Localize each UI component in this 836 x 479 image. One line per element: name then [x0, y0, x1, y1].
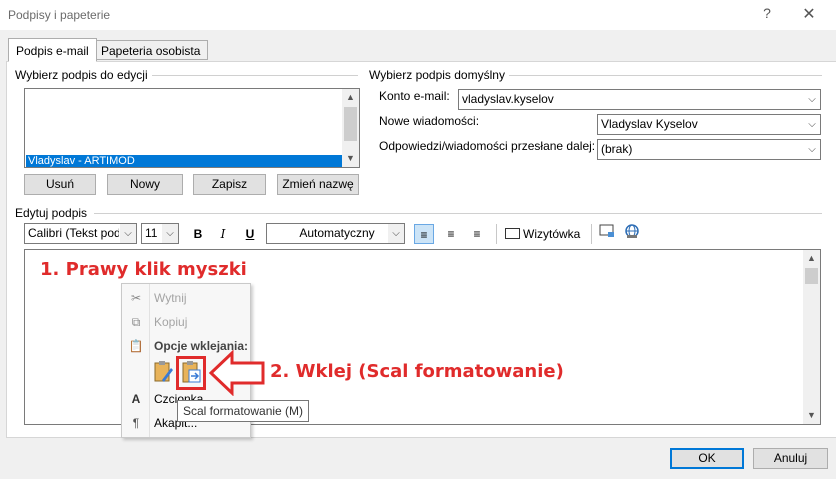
toolbar-separator: [591, 224, 592, 244]
menu-item-cut-label: Wytnij: [154, 291, 187, 305]
tab-email-signature[interactable]: Podpis e-mail: [8, 38, 97, 62]
tab-personal-stationery[interactable]: Papeteria osobista: [93, 40, 209, 60]
annotation-highlight-box: [176, 356, 206, 390]
chevron-down-icon[interactable]: ⌵: [161, 224, 178, 243]
new-button[interactable]: Nowy: [107, 174, 183, 195]
hyperlink-icon[interactable]: [622, 224, 642, 244]
font-name-value: Calibri (Tekst pods: [28, 226, 127, 240]
editor-scrollbar[interactable]: ▲ ▼: [803, 250, 820, 424]
font-color-select[interactable]: Automatyczny ⌵: [266, 223, 405, 244]
chevron-down-icon[interactable]: ⌵: [387, 224, 404, 243]
align-right-icon[interactable]: ≡: [467, 224, 487, 244]
signature-list-scrollbar[interactable]: ▲ ▼: [342, 89, 359, 167]
menu-item-copy[interactable]: ⧉ Kopiuj: [122, 311, 250, 333]
account-select-value: vladyslav.kyselov: [462, 92, 554, 106]
business-card-icon: [505, 228, 520, 240]
scroll-down-icon[interactable]: ▼: [803, 407, 820, 424]
edit-signature-group-label: Wybierz podpis do edycji: [15, 68, 152, 82]
font-size-select[interactable]: 11 ⌵: [141, 223, 179, 244]
new-messages-select-value: Vladyslav Kyselov: [601, 117, 698, 131]
window-title: Podpisy i papeterie: [8, 8, 111, 22]
account-select[interactable]: vladyslav.kyselov ⌵: [458, 89, 821, 110]
italic-icon[interactable]: I: [213, 224, 233, 244]
business-card-button[interactable]: Wizytówka: [505, 224, 580, 244]
paragraph-icon: ¶: [132, 416, 140, 430]
insert-picture-icon[interactable]: [597, 224, 617, 244]
scroll-down-icon[interactable]: ▼: [342, 150, 359, 167]
account-label: Konto e-mail:: [379, 89, 450, 103]
cancel-button[interactable]: Anuluj: [753, 448, 828, 469]
scissors-icon: ✂: [130, 291, 142, 305]
chevron-down-icon[interactable]: ⌵: [803, 140, 820, 159]
menu-item-cut[interactable]: ✂ Wytnij: [122, 287, 250, 309]
clipboard-icon: 📋: [128, 339, 144, 353]
annotation-step1: 1. Prawy klik myszki: [40, 259, 247, 280]
chevron-down-icon[interactable]: ⌵: [803, 90, 820, 109]
toolbar-separator: [496, 224, 497, 244]
copy-icon: ⧉: [131, 315, 141, 329]
font-icon: A: [131, 392, 141, 406]
font-color-value: Automatyczny: [299, 226, 375, 240]
scroll-up-icon[interactable]: ▲: [803, 250, 820, 267]
paste-keep-source-icon[interactable]: [152, 360, 174, 386]
close-button[interactable]: ✕: [799, 4, 819, 24]
save-button[interactable]: Zapisz: [193, 174, 266, 195]
align-center-icon[interactable]: ≡: [441, 224, 461, 244]
scroll-thumb[interactable]: [805, 268, 818, 284]
delete-button[interactable]: Usuń: [24, 174, 96, 195]
scroll-thumb[interactable]: [344, 107, 357, 141]
replies-select-value: (brak): [601, 142, 633, 156]
annotation-arrow-icon: [208, 349, 266, 397]
new-messages-select[interactable]: Vladyslav Kyselov ⌵: [597, 114, 821, 135]
tooltip: Scal formatowanie (M): [177, 400, 310, 422]
align-left-icon[interactable]: ≡: [414, 224, 434, 244]
replies-select[interactable]: (brak) ⌵: [597, 139, 821, 160]
annotation-step2: 2. Wklej (Scal formatowanie): [270, 361, 564, 382]
bold-icon[interactable]: B: [188, 224, 208, 244]
ok-button[interactable]: OK: [670, 448, 744, 469]
menu-item-copy-label: Kopiuj: [154, 315, 188, 329]
signature-list-item[interactable]: Vladyslav - ARTIMOD: [26, 155, 342, 167]
replies-label: Odpowiedzi/wiadomości przesłane dalej:: [379, 139, 596, 153]
default-signature-group-label: Wybierz podpis domyślny: [369, 68, 509, 82]
signature-list[interactable]: Vladyslav - ARTIMOD ▲ ▼: [24, 88, 360, 168]
help-button[interactable]: ?: [759, 5, 775, 25]
rename-button[interactable]: Zmień nazwę: [277, 174, 359, 195]
edit-signature-label: Edytuj podpis: [15, 206, 92, 220]
chevron-down-icon[interactable]: ⌵: [119, 224, 136, 243]
font-name-select[interactable]: Calibri (Tekst pods ⌵: [24, 223, 137, 244]
scroll-up-icon[interactable]: ▲: [342, 89, 359, 106]
group-divider: [94, 213, 822, 214]
business-card-label: Wizytówka: [523, 227, 581, 241]
underline-icon[interactable]: U: [240, 224, 260, 244]
chevron-down-icon[interactable]: ⌵: [803, 115, 820, 134]
font-size-value: 11: [145, 226, 158, 240]
title-bar: [0, 0, 836, 30]
new-messages-label: Nowe wiadomości:: [379, 114, 480, 128]
